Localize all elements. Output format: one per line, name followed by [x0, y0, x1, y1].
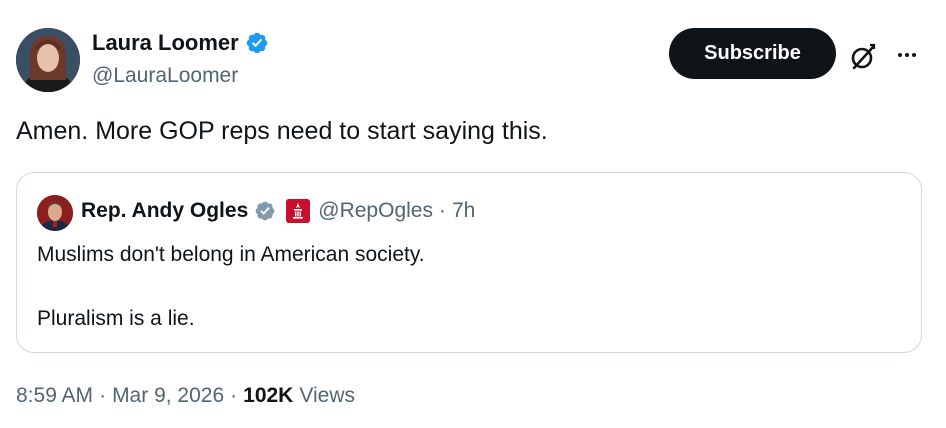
quoted-header: Rep. Andy Ogles @RepOgles · 7h — [81, 199, 475, 223]
post-text: Amen. More GOP reps need to start saying… — [16, 117, 548, 145]
quoted-avatar-image — [37, 195, 73, 231]
quoted-author-name[interactable]: Rep. Andy Ogles — [81, 199, 248, 223]
meta-separator: · — [99, 384, 107, 407]
post-meta: 8:59 AM · Mar 9, 2026 · 102K Views — [16, 384, 355, 408]
more-dot — [898, 53, 902, 57]
congress-seal-icon — [286, 199, 311, 223]
author-name-row[interactable]: Laura Loomer — [92, 30, 269, 56]
author-avatar[interactable] — [16, 28, 80, 92]
quoted-separator: · — [438, 199, 446, 222]
verified-badge-icon[interactable] — [245, 31, 269, 55]
grok-icon[interactable] — [848, 42, 878, 72]
views-count: 102K — [243, 384, 294, 407]
views-label: Views — [299, 384, 355, 407]
post-date[interactable]: Mar 9, 2026 — [112, 384, 224, 408]
meta-separator: · — [230, 384, 238, 407]
government-badge-icon[interactable] — [254, 200, 276, 222]
affiliation-badge-icon[interactable] — [286, 199, 311, 223]
subscribe-button[interactable]: Subscribe — [669, 28, 836, 79]
post-time[interactable]: 8:59 AM — [16, 384, 93, 408]
quoted-text-line-2: Pluralism is a lie. — [37, 307, 195, 330]
quoted-author-avatar[interactable] — [37, 195, 73, 231]
quoted-text-line-1: Muslims don't belong in American society… — [37, 243, 425, 266]
more-dot — [912, 53, 916, 57]
author-name[interactable]: Laura Loomer — [92, 30, 239, 56]
more-dot — [905, 53, 909, 57]
quoted-author-handle[interactable]: @RepOgles — [318, 199, 433, 223]
quoted-time[interactable]: 7h — [452, 199, 475, 223]
quoted-post-card[interactable]: Rep. Andy Ogles @RepOgles · 7h Muslims d… — [16, 172, 922, 353]
more-options-icon[interactable] — [892, 40, 922, 70]
author-handle[interactable]: @LauraLoomer — [92, 64, 238, 88]
author-avatar-image — [16, 28, 80, 92]
